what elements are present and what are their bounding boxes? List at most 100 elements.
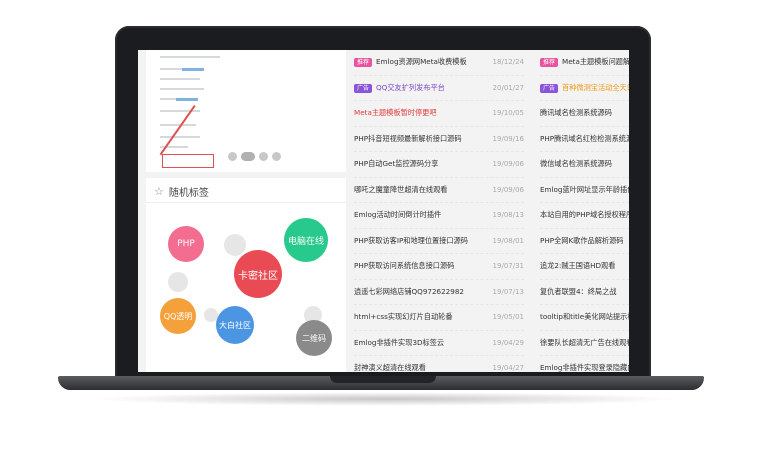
list-item-date: 19/04/27: [492, 364, 524, 372]
list-item-text[interactable]: Emlog资源网Meta收费模板: [376, 57, 467, 66]
list-item[interactable]: 追龙2:贼王国语HD观看: [540, 254, 629, 280]
list-item-title[interactable]: 广告 首种微测宝活动全天领: [540, 83, 629, 93]
list-item-text[interactable]: Emlog蓝叶网址显示年龄插件: [540, 185, 629, 194]
list-item[interactable]: 徐要队长超清无广告在线观看: [540, 331, 629, 356]
laptop-notch: [330, 376, 436, 383]
slide-dot[interactable]: [259, 152, 268, 161]
list-item-title[interactable]: 哪吒之魔童降世超清在线观看: [354, 185, 490, 195]
list-item-text[interactable]: 腾讯域名检测系统源码: [540, 108, 612, 117]
list-item-title[interactable]: 推荐Meta主题模板问题解答帮助: [540, 57, 629, 68]
tag-kami-community[interactable]: 卡密社区: [234, 250, 282, 298]
tag-bubble-empty: [224, 234, 246, 256]
screenshot-slideshow[interactable]: [146, 50, 346, 172]
list-item[interactable]: 复仇者联盟4：终局之战: [540, 280, 629, 305]
list-item[interactable]: 推荐 Emlog资源网Meta收费模板 18/12/24: [354, 50, 524, 76]
list-item-text[interactable]: PHP抖音短视频最新解析接口源码: [354, 134, 462, 143]
article-list-secondary: 推荐Meta主题模板问题解答帮助广告首种微测宝活动全天领腾讯域名检测系统源码 PH…: [540, 50, 629, 372]
list-item-title[interactable]: Emlog非插件实现3D标签云: [354, 338, 490, 348]
list-item[interactable]: 哪吒之魔童降世超清在线观看 19/09/06: [354, 178, 524, 203]
list-item-text[interactable]: 首种微测宝活动全天领: [562, 83, 629, 92]
tag-pc-online[interactable]: 电脑在线: [284, 218, 328, 262]
tag-dabai-community[interactable]: 大白社区: [216, 306, 254, 344]
list-item[interactable]: 微信域名检测系统源码: [540, 152, 629, 178]
list-item-text[interactable]: Emlog非插件实现登录隐藏内容: [540, 363, 629, 372]
list-item-title[interactable]: PHP获取访问系统信息接口源码: [354, 261, 490, 271]
slide-highlight: [182, 68, 204, 71]
list-item-text[interactable]: PHP腾讯域名红检检测系统源码: [540, 134, 629, 143]
list-item[interactable]: PHP腾讯域名红检检测系统源码: [540, 127, 629, 152]
list-item-text[interactable]: 微信域名检测系统源码: [540, 159, 612, 168]
list-item-title[interactable]: PHP自动Get监控源码分享: [354, 159, 490, 169]
list-item-text[interactable]: Emlog非插件实现3D标签云: [354, 338, 444, 347]
list-item-text[interactable]: PHP获取访客IP和地理位置接口源码: [354, 236, 468, 245]
list-item-text[interactable]: html+css实现幻灯片自动轮番: [354, 312, 453, 321]
list-item[interactable]: 广告 首种微测宝活动全天领: [540, 76, 629, 101]
list-item-title[interactable]: PHP全网K歌作品解析源码: [540, 236, 629, 246]
list-item-text[interactable]: Emlog活动时间倒计时插件: [354, 210, 441, 219]
list-item-title[interactable]: 追龙2:贼王国语HD观看: [540, 261, 629, 271]
list-item-title[interactable]: 封神演义超清在线观看: [354, 363, 490, 372]
list-item-date: 19/07/31: [492, 262, 524, 271]
list-item-title[interactable]: 微信域名检测系统源码: [540, 159, 629, 169]
list-item[interactable]: PHP全网K歌作品解析源码: [540, 229, 629, 254]
list-item-text[interactable]: Meta主题模板暂时停更吧: [354, 108, 437, 117]
list-item-text[interactable]: PHP全网K歌作品解析源码: [540, 236, 623, 245]
list-item-text[interactable]: 追龙2:贼王国语HD观看: [540, 261, 615, 270]
list-item-title[interactable]: 本站自用的PHP域名授权程序: [540, 210, 629, 220]
list-item-text[interactable]: 徐要队长超清无广告在线观看: [540, 338, 629, 347]
list-item-text[interactable]: 哪吒之魔童降世超清在线观看: [354, 185, 447, 194]
list-item-text[interactable]: 逍遥七彩网络店铺QQ972622982: [354, 287, 464, 296]
list-item-text[interactable]: Meta主题模板问题解答帮助: [562, 57, 629, 66]
list-item[interactable]: 腾讯域名检测系统源码: [540, 101, 629, 127]
list-item[interactable]: 封神演义超清在线观看 19/04/27: [354, 356, 524, 372]
tag-php[interactable]: PHP: [168, 226, 204, 262]
list-item[interactable]: Meta主题模板暂时停更吧 19/10/05: [354, 101, 524, 127]
list-item-date: 20/01/27: [492, 83, 524, 92]
list-item[interactable]: html+css实现幻灯片自动轮番 19/05/01: [354, 305, 524, 331]
list-item-title[interactable]: PHP腾讯域名红检检测系统源码: [540, 134, 629, 144]
list-item[interactable]: tooltip和title美化网站提示框: [540, 305, 629, 331]
list-item-title[interactable]: 推荐 Emlog资源网Meta收费模板: [354, 57, 490, 68]
slide-dot[interactable]: [272, 152, 281, 161]
list-item[interactable]: 推荐Meta主题模板问题解答帮助: [540, 50, 629, 76]
article-list-primary: 推荐 Emlog资源网Meta收费模板 18/12/24 广告 QQ交友扩列发布平台 20…: [354, 50, 524, 372]
list-item-title[interactable]: Emlog非插件实现登录隐藏内容: [540, 363, 629, 372]
list-item-text[interactable]: 本站自用的PHP域名授权程序: [540, 210, 629, 219]
list-item-title[interactable]: 复仇者联盟4：终局之战: [540, 287, 629, 297]
tag-qq-transparent[interactable]: QQ透明: [160, 298, 196, 334]
list-item-title[interactable]: Emlog蓝叶网址显示年龄插件: [540, 185, 629, 195]
slide-dot[interactable]: [228, 152, 237, 161]
list-item-title[interactable]: Emlog活动时间倒计时插件: [354, 210, 490, 220]
list-item-text[interactable]: tooltip和title美化网站提示框: [540, 312, 629, 321]
list-item-title[interactable]: tooltip和title美化网站提示框: [540, 312, 629, 322]
list-item-title[interactable]: PHP获取访客IP和地理位置接口源码: [354, 236, 490, 246]
slide-line: [160, 78, 200, 80]
list-item[interactable]: 逍遥七彩网络店铺QQ972622982 19/07/13: [354, 280, 524, 305]
list-item-text[interactable]: PHP自动Get监控源码分享: [354, 159, 438, 168]
list-item[interactable]: Emlog非插件实现3D标签云 19/04/29: [354, 331, 524, 356]
list-item-title[interactable]: 腾讯域名检测系统源码: [540, 108, 629, 118]
list-item[interactable]: PHP抖音短视频最新解析接口源码 19/09/16: [354, 127, 524, 152]
list-item[interactable]: Emlog活动时间倒计时插件 19/08/13: [354, 203, 524, 229]
slide-dot-active[interactable]: [241, 152, 255, 161]
list-item[interactable]: 广告 QQ交友扩列发布平台 20/01/27: [354, 76, 524, 101]
list-item-text[interactable]: 复仇者联盟4：终局之战: [540, 287, 616, 296]
list-item-title[interactable]: PHP抖音短视频最新解析接口源码: [354, 134, 490, 144]
list-item-title[interactable]: Meta主题模板暂时停更吧: [354, 108, 490, 118]
list-item[interactable]: PHP获取访问系统信息接口源码 19/07/31: [354, 254, 524, 280]
slide-line: [160, 136, 200, 138]
tag-qrcode[interactable]: 二维码: [296, 320, 332, 356]
list-item-text[interactable]: QQ交友扩列发布平台: [376, 83, 445, 92]
list-item[interactable]: Emlog蓝叶网址显示年龄插件: [540, 178, 629, 203]
list-item-title[interactable]: 徐要队长超清无广告在线观看: [540, 338, 629, 348]
list-item-date: 18/12/24: [492, 58, 524, 67]
list-item[interactable]: 本站自用的PHP域名授权程序: [540, 203, 629, 229]
list-item-text[interactable]: 封神演义超清在线观看: [354, 363, 426, 372]
list-item-title[interactable]: 逍遥七彩网络店铺QQ972622982: [354, 287, 490, 297]
list-item[interactable]: PHP获取访客IP和地理位置接口源码 19/08/01: [354, 229, 524, 254]
list-item-text[interactable]: PHP获取访问系统信息接口源码: [354, 261, 454, 270]
list-item[interactable]: PHP自动Get监控源码分享 19/09/06: [354, 152, 524, 178]
list-item-title[interactable]: html+css实现幻灯片自动轮番: [354, 312, 490, 322]
list-item-title[interactable]: 广告 QQ交友扩列发布平台: [354, 83, 490, 93]
list-item[interactable]: Emlog非插件实现登录隐藏内容: [540, 356, 629, 372]
